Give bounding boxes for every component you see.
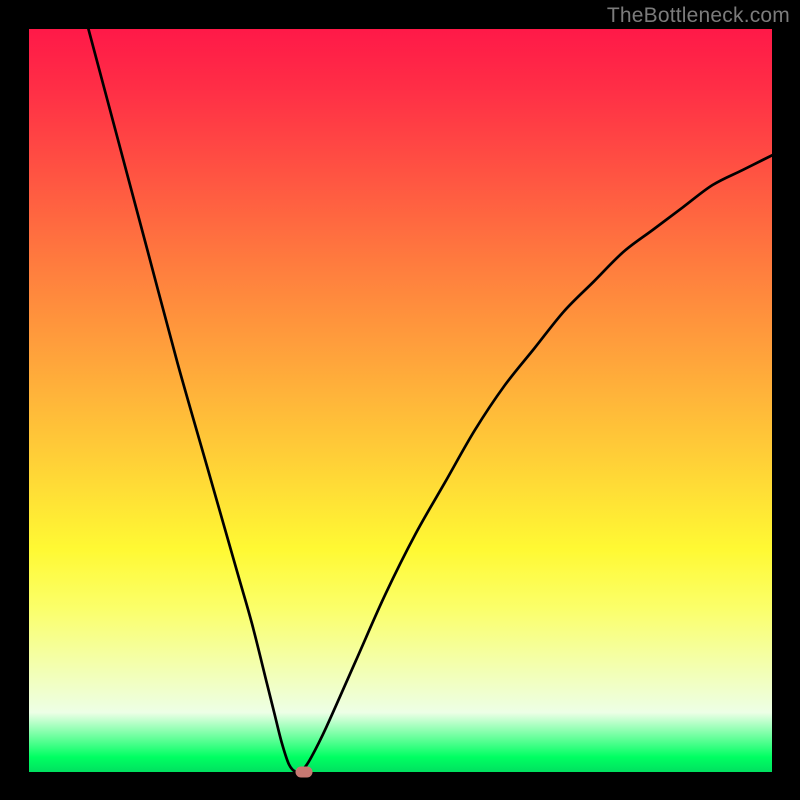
optimal-point-marker <box>295 767 312 778</box>
plot-area <box>29 29 772 772</box>
watermark: TheBottleneck.com <box>607 4 790 28</box>
curve-svg <box>29 29 772 772</box>
bottleneck-curve <box>88 29 772 772</box>
chart-container: TheBottleneck.com <box>0 0 800 800</box>
